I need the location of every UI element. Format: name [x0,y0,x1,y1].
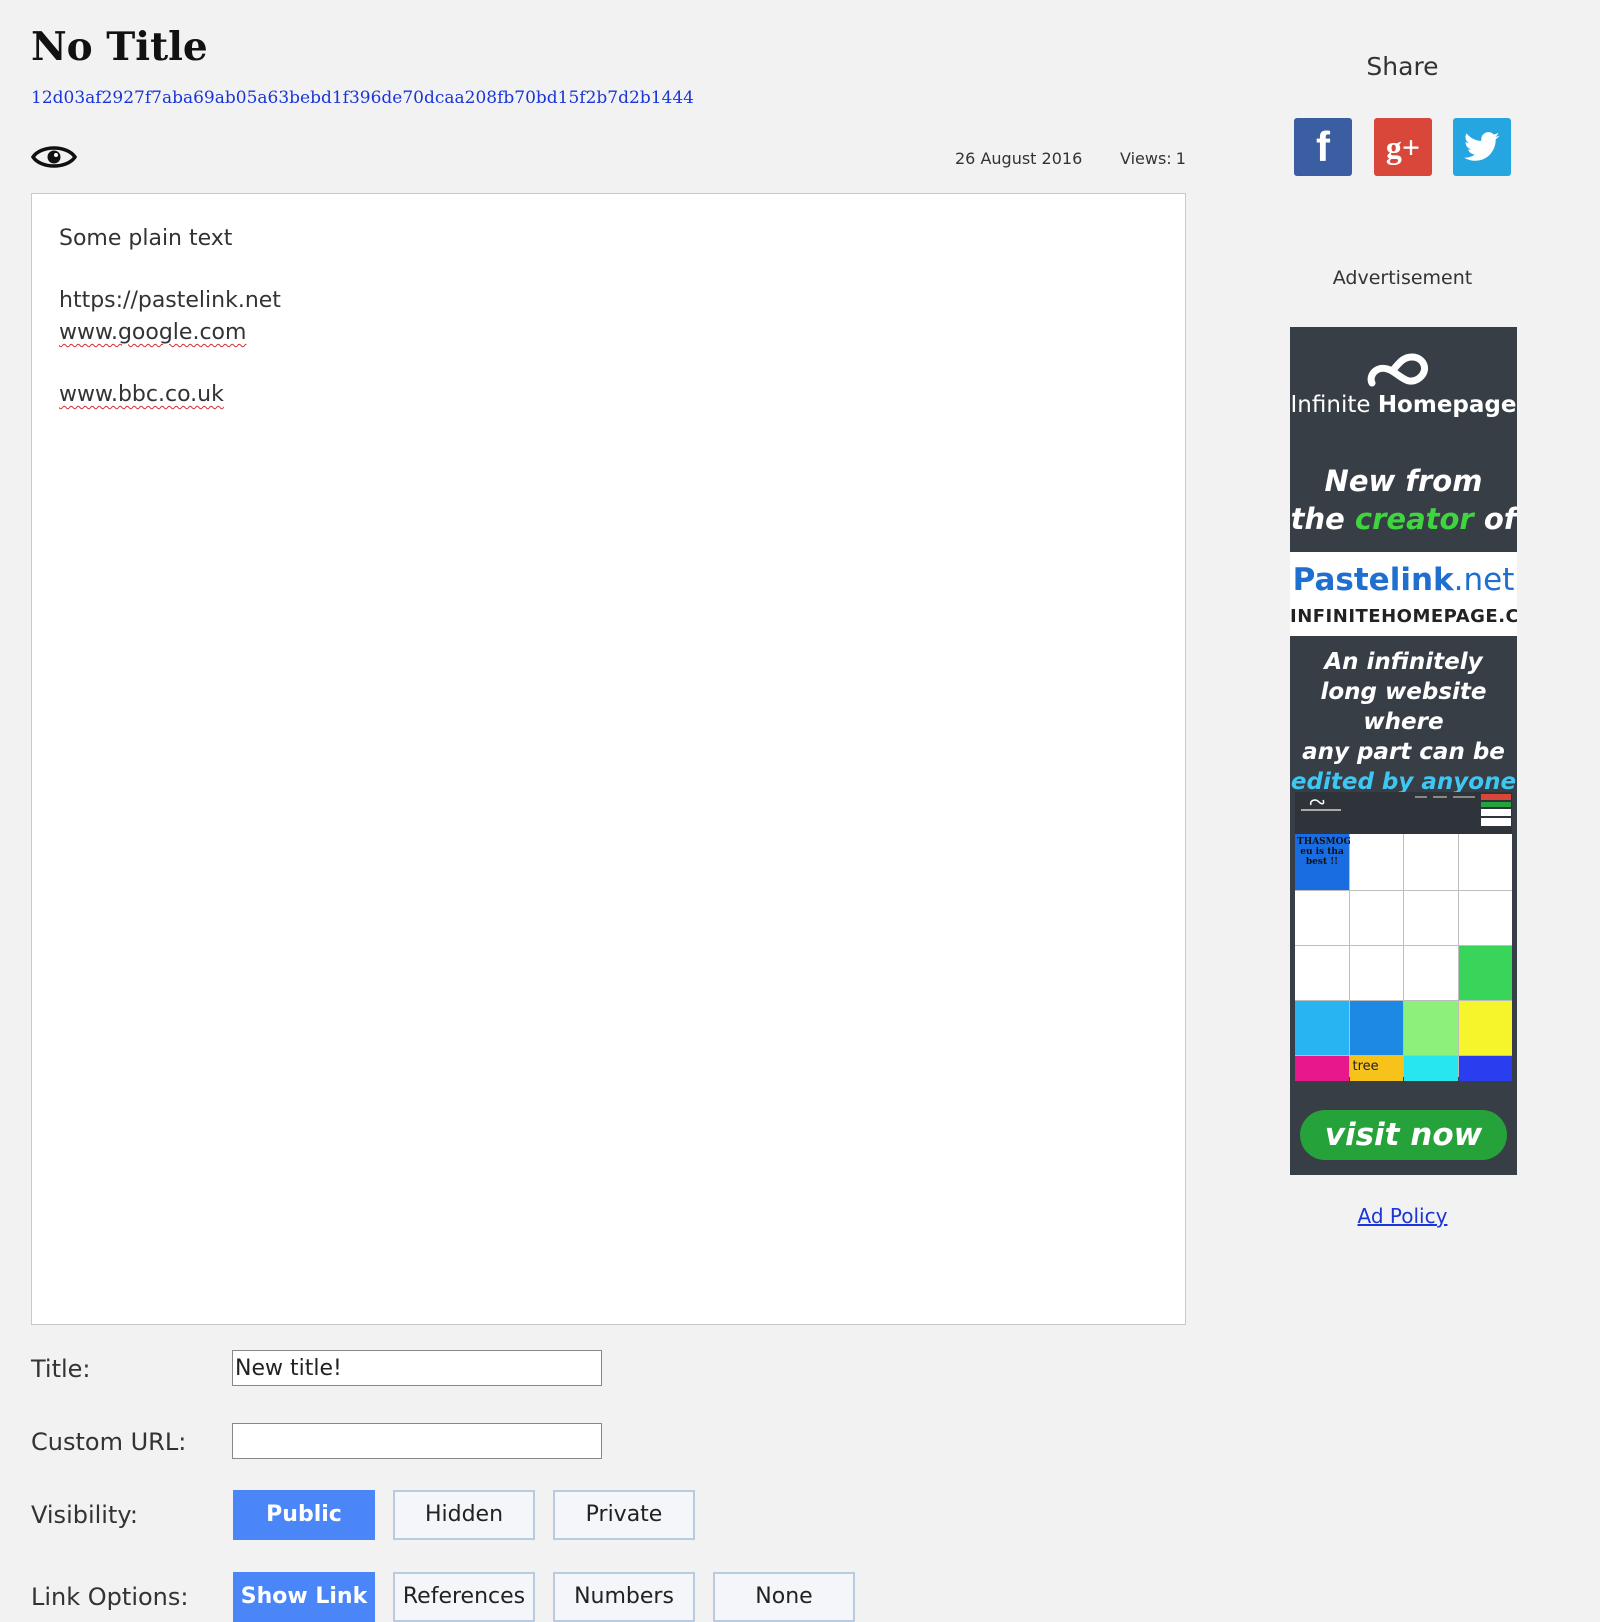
views-label: Views: [1120,149,1172,168]
ad-tagline-line: the creator of [1290,500,1517,538]
ad-brand-bold: Homepage [1377,392,1517,418]
ad-policy-link[interactable]: Ad Policy [1310,1204,1495,1228]
ad-tagline-word: of [1483,502,1517,536]
grid-cell [1295,946,1349,1000]
advertisement-banner[interactable]: Infinite Homepage New from the creator o… [1290,327,1517,1175]
paste-line-text: www.google.com [59,320,247,345]
ad-domain: INFINITEHOMEPAGE.COM [1290,606,1517,627]
grid-cell [1349,834,1403,890]
grid-cell [1295,891,1349,945]
share-heading: Share [1366,52,1439,81]
ad-tagline-word: the [1290,502,1345,536]
ad-visit-now-button[interactable]: visit now [1300,1110,1507,1160]
twitter-icon [1464,132,1500,161]
ad-brand-name: Infinite Homepage [1290,392,1517,418]
grid-cell [1349,946,1403,1000]
grid-cell [1404,1056,1458,1081]
ad-screenshot-preview: THASMOG eu is tha best !! tree [1295,792,1512,1081]
grid-cell [1295,1001,1349,1055]
grid-cell [1349,1001,1403,1055]
ad-description-line: An infinitely [1324,649,1483,675]
link-numbers-button[interactable]: Numbers [553,1572,695,1622]
grid-cell: tree [1349,1056,1403,1081]
ad-tagline-line: New from [1324,464,1483,498]
grid-cell [1458,1001,1512,1055]
grid-cell [1404,946,1458,1000]
advertisement-label: Advertisement [1332,267,1473,289]
paste-line-text: www.bbc.co.uk [59,382,224,407]
grid-cell-tree-text: tree [1352,1059,1379,1074]
ad-pastelink-logo: Pastelink.net [1290,562,1517,598]
grid-cell [1404,1001,1458,1055]
ad-screenshot-toolbar-icon [1301,794,1511,826]
ad-description: An infinitely long website where any par… [1290,647,1517,797]
visibility-public-button[interactable]: Public [233,1490,375,1540]
ad-screenshot-topbar [1295,792,1512,834]
paste-line-link[interactable]: www.google.com [59,320,246,345]
facebook-share-button[interactable]: f [1294,118,1352,176]
visibility-private-button[interactable]: Private [553,1490,695,1540]
twitter-share-button[interactable] [1453,118,1511,176]
infinite-homepage-logo-icon [1290,349,1517,395]
ad-description-line: long website where [1320,679,1487,735]
ad-tagline: New from the creator of [1290,462,1517,538]
ad-pastelink-bold: Pastelink [1292,562,1454,598]
link-none-button[interactable]: None [713,1572,855,1622]
ad-pastelink-light: .net [1453,562,1515,598]
grid-cell [1349,891,1403,945]
google-plus-share-button[interactable]: g+ [1374,118,1432,176]
ad-screenshot-grid: THASMOG eu is tha best !! tree [1295,834,1512,1081]
visibility-label: Visibility: [31,1501,138,1529]
grid-cell [1458,834,1512,890]
custom-url-input[interactable] [232,1423,602,1459]
google-plus-icon: g+ [1385,128,1421,165]
paste-content[interactable]: Some plain text https://pastelink.net ww… [31,193,1186,1325]
title-input[interactable] [232,1350,602,1386]
link-references-button[interactable]: References [393,1572,535,1622]
paste-line-link[interactable]: www.bbc.co.uk [59,382,224,407]
paste-line-link[interactable]: https://pastelink.net [59,288,281,313]
link-options-label: Link Options: [31,1583,189,1611]
views-count: 1 [1175,149,1186,168]
title-label: Title: [31,1355,91,1383]
paste-date: 26 August 2016 [955,149,1083,168]
grid-cell [1295,1056,1349,1081]
grid-cell [1404,834,1458,890]
grid-cell [1404,891,1458,945]
link-show-link-button[interactable]: Show Link [233,1572,375,1622]
paste-line: Some plain text [59,226,233,251]
page-title: No Title [31,24,208,70]
grid-cell: THASMOG eu is tha best !! [1295,834,1352,890]
eye-icon[interactable] [31,142,77,172]
view-counter: Views: 1 [1120,149,1186,168]
ad-pastelink-band: Pastelink.net INFINITEHOMEPAGE.COM [1290,552,1517,636]
grid-cell [1458,891,1512,945]
grid-cell [1458,1056,1512,1081]
custom-url-label: Custom URL: [31,1428,187,1456]
paste-hash-link[interactable]: 12d03af2927f7aba69ab05a63bebd1f396de70dc… [31,88,694,108]
grid-cell [1458,946,1512,1000]
facebook-icon: f [1316,123,1330,170]
ad-brand-light: Infinite [1290,392,1371,418]
grid-cell-text: THASMOG eu is tha best !! [1297,837,1352,867]
ad-tagline-accent: creator [1354,502,1474,536]
visibility-hidden-button[interactable]: Hidden [393,1490,535,1540]
ad-description-line: any part can be [1302,739,1505,765]
